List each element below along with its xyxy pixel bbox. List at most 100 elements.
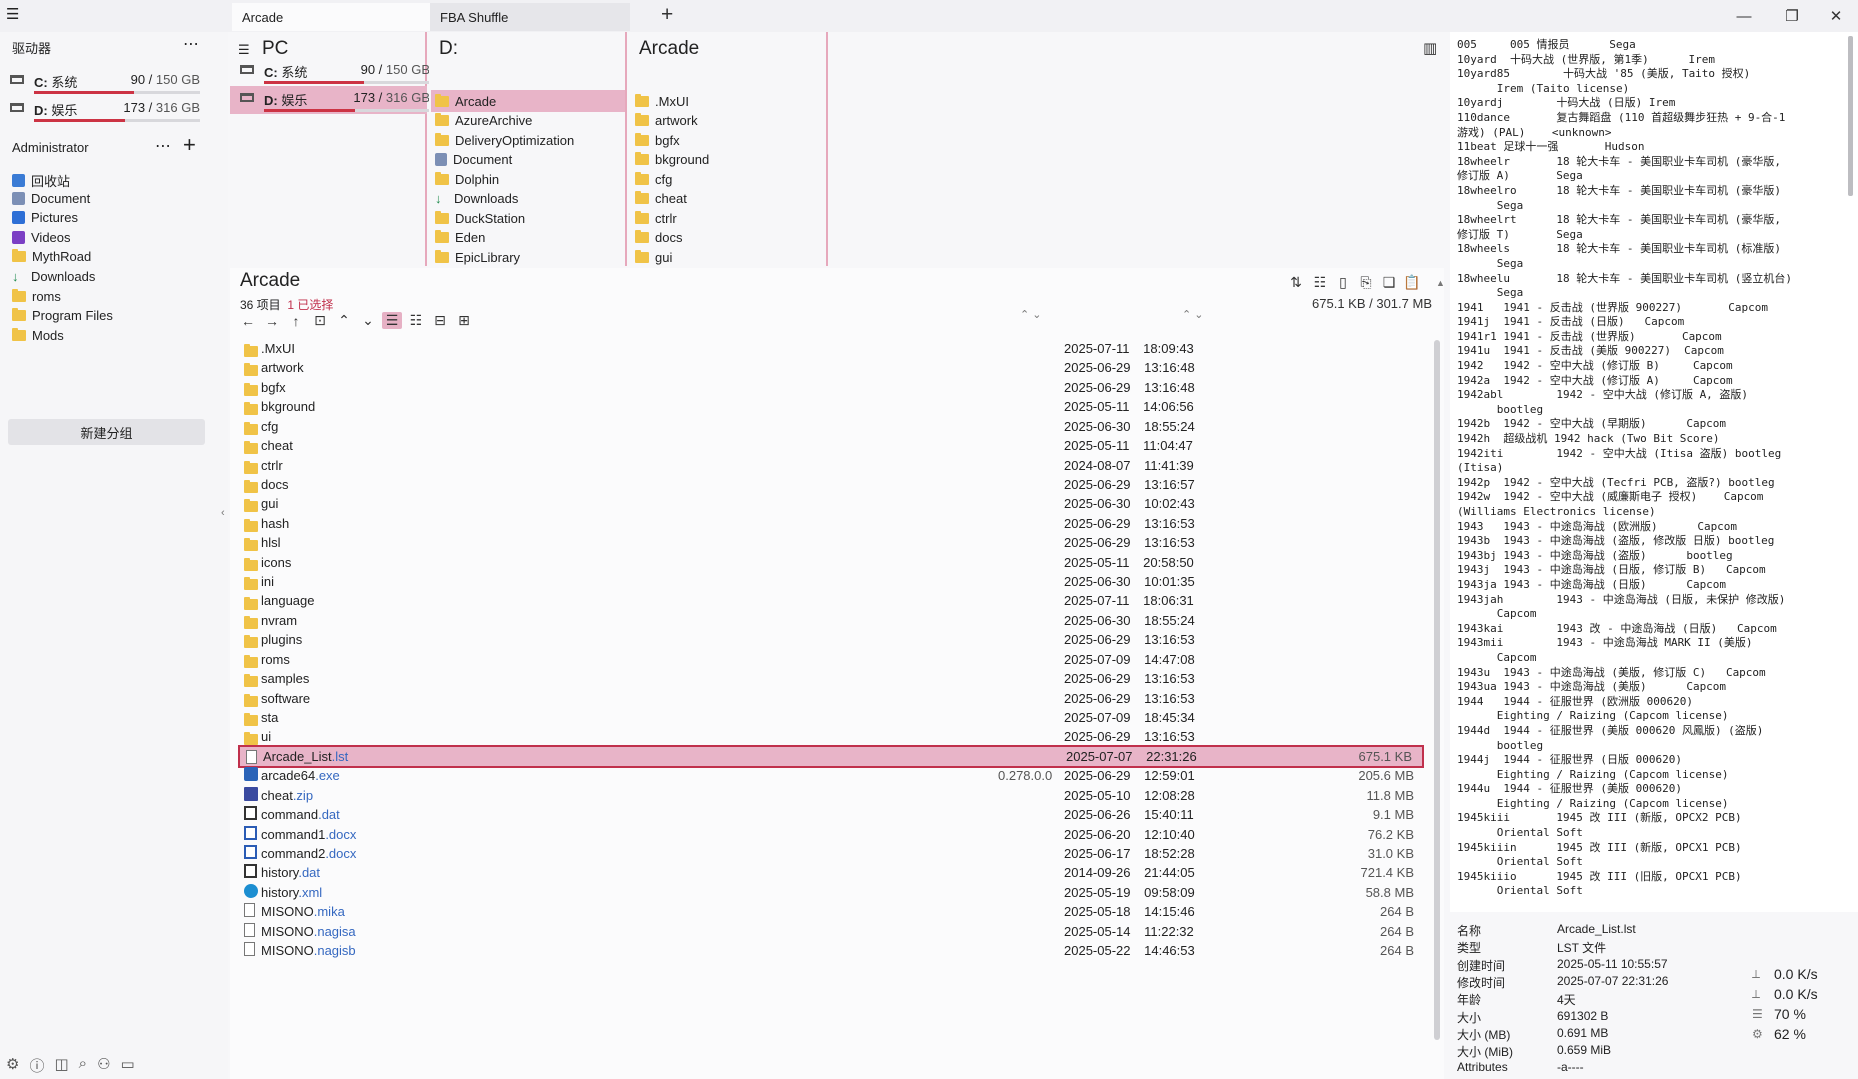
grid-view-icon[interactable]: ⊞ <box>454 312 474 329</box>
sidebar-item-videos[interactable]: Videos <box>12 230 71 245</box>
sidebar-item-回收站[interactable]: 回收站 <box>12 171 70 190</box>
file-name: bgfx <box>261 380 286 395</box>
file-row[interactable]: MISONO.nagisb 2025-05-22 14:46:53 264 B <box>238 939 1424 962</box>
drive-label: C: 系统 <box>264 62 307 81</box>
file-modified: 2025-07-09 14:47:08 <box>1064 652 1195 667</box>
file-modified: 2025-06-17 18:52:28 <box>1064 846 1195 861</box>
preview-line: 110dance 复古舞蹈盘 (110 首超级舞步狂热 + 9-合-1 <box>1457 110 1786 124</box>
screen-icon[interactable]: ▭ <box>121 1055 135 1076</box>
file-extension: .lst <box>331 748 349 764</box>
sidebar-item-mythroad[interactable]: MythRoad <box>12 249 91 264</box>
file-modified: 2025-05-14 11:22:32 <box>1064 924 1194 939</box>
file-basename: cheat <box>261 787 293 803</box>
file-name: samples <box>261 671 309 686</box>
folder-icon <box>12 288 26 302</box>
drive-c[interactable]: C: 系统 90 / 150 GB <box>10 70 206 100</box>
sidebar-item-mods[interactable]: Mods <box>12 327 64 343</box>
recycle-bin-icon <box>12 174 25 187</box>
sidebar-item-downloads[interactable]: ↓ Downloads <box>12 269 95 284</box>
file-extension: .dat <box>298 865 321 881</box>
chevron-up-icon[interactable]: ⌃ <box>334 312 354 329</box>
tab-0[interactable]: Arcade <box>232 3 432 31</box>
sidebar-item-roms[interactable]: roms <box>12 288 61 304</box>
drive-d[interactable]: D: 娱乐 173 / 316 GB <box>240 88 436 118</box>
chevron-down-icon[interactable]: ⌄ <box>358 312 378 329</box>
folder-icon <box>244 538 258 552</box>
minimize-button[interactable]: — <box>1722 0 1766 32</box>
maximize-button[interactable]: ❐ <box>1770 0 1814 32</box>
forward-icon[interactable]: → <box>262 313 282 329</box>
search-icon[interactable]: ⌕ <box>79 1055 87 1076</box>
column-menu-icon[interactable]: ☰ <box>238 42 250 58</box>
copy-path-icon[interactable]: ⎘ <box>1355 271 1377 293</box>
folder-icon <box>435 113 449 126</box>
file-name: roms <box>261 652 290 667</box>
preview-line: 1942w 1942 - 空中大战 (威廉斯电子 授权) Capcom <box>1457 490 1764 504</box>
folder-icon <box>635 249 649 263</box>
up-icon[interactable]: ↑ <box>286 313 306 329</box>
user-header: Administrator <box>12 140 89 155</box>
collapse-up-icon[interactable]: ⌃ ⌄ <box>1020 308 1042 321</box>
paste-icon[interactable]: 📋 <box>1401 271 1423 293</box>
sort-icon[interactable]: ⇅ <box>1285 271 1307 293</box>
preview-line: 1945kiii 1945 改 III (新版, OPCX2 PCB) <box>1457 811 1742 825</box>
drive-total: 316 GB <box>385 90 430 105</box>
selected-count: 1 已选择 <box>287 298 334 312</box>
close-button[interactable]: ✕ <box>1814 0 1858 32</box>
file-name: ui <box>261 729 271 744</box>
add-group-button[interactable]: + <box>183 132 196 158</box>
info-icon[interactable]: ⓘ <box>29 1055 44 1076</box>
tree-view-icon[interactable]: ⊟ <box>430 312 450 329</box>
new-tab-button[interactable]: + <box>661 3 673 27</box>
drive-d[interactable]: D: 娱乐 173 / 316 GB <box>10 98 206 128</box>
details-icon[interactable]: ☷ <box>1309 271 1331 293</box>
drives-more-button[interactable]: ⋯ <box>183 34 199 54</box>
file-date: 2025-06-26 <box>1064 807 1131 823</box>
detail-view-icon[interactable]: ☷ <box>406 312 426 329</box>
scroll-up-arrow[interactable]: ▲ <box>1436 278 1445 288</box>
column-item-label: Downloads <box>454 191 519 206</box>
file-time: 13:16:53 <box>1144 671 1195 687</box>
preview-line: 1943mii 1943 - 中途岛海战 MARK II (美版) <box>1457 636 1753 650</box>
copy-icon[interactable]: ❏ <box>1378 271 1400 293</box>
preview-line: bootleg <box>1457 402 1544 416</box>
file-basename: gui <box>261 496 279 512</box>
new-file-icon[interactable]: ▯ <box>1332 271 1354 293</box>
sidebar-collapse-handle[interactable]: ‹ <box>221 507 225 519</box>
file-date: 2025-06-30 <box>1064 418 1131 434</box>
column-view-toggle-icon[interactable]: ▥ <box>1423 39 1437 57</box>
menu-icon[interactable]: ☰ <box>6 7 20 23</box>
settings-icon[interactable]: ⚙ <box>6 1055 19 1076</box>
folder-icon <box>244 402 258 416</box>
preview-line: 1941u 1941 - 反击战 (美版 900227) Capcom <box>1457 344 1724 358</box>
file-list-scrollbar[interactable] <box>1434 340 1440 1040</box>
preview-line: 18wheelrt 18 轮大卡车 - 美国职业卡车司机 (豪华版, <box>1457 213 1781 227</box>
file-name: docs <box>261 477 288 492</box>
column-item-label: DuckStation <box>455 210 526 226</box>
column-item-label: Arcade <box>455 93 497 109</box>
user-icon[interactable]: ⚇ <box>97 1055 110 1076</box>
drive-usage-bar <box>34 119 200 122</box>
folder-up-icon[interactable]: ⊡ <box>310 312 330 329</box>
cpu-icon: ⚙ <box>1752 1027 1763 1041</box>
collapse-up-icon-2[interactable]: ⌃ ⌄ <box>1182 308 1204 321</box>
column-item-label: DeliveryOptimization <box>455 132 575 148</box>
column-d-item[interactable]: EpicLibrary <box>431 246 625 266</box>
folder-icon <box>244 674 258 688</box>
file-name: Arcade_List.lst <box>263 749 348 764</box>
drive-size: 173 / 316 GB <box>353 90 430 105</box>
column-title: PC <box>262 38 289 59</box>
sidebar-item-document[interactable]: Document <box>12 191 90 206</box>
panel-icon[interactable]: ◫ <box>54 1055 68 1076</box>
sidebar-item-pictures[interactable]: Pictures <box>12 210 78 225</box>
user-more-button[interactable]: ⋯ <box>155 136 171 156</box>
list-view-icon[interactable]: ☰ <box>382 312 402 329</box>
tab-1[interactable]: FBA Shuffle <box>430 3 630 31</box>
sidebar-item-program-files[interactable]: Program Files <box>12 308 113 323</box>
drive-usage-bar <box>264 81 430 84</box>
new-group-button[interactable]: 新建分组 <box>8 419 205 445</box>
file-modified: 2025-06-29 13:16:53 <box>1064 729 1195 744</box>
back-icon[interactable]: ← <box>238 313 258 329</box>
preview-scrollbar[interactable] <box>1848 36 1853 196</box>
column-arcade-item[interactable]: gui <box>631 246 811 266</box>
